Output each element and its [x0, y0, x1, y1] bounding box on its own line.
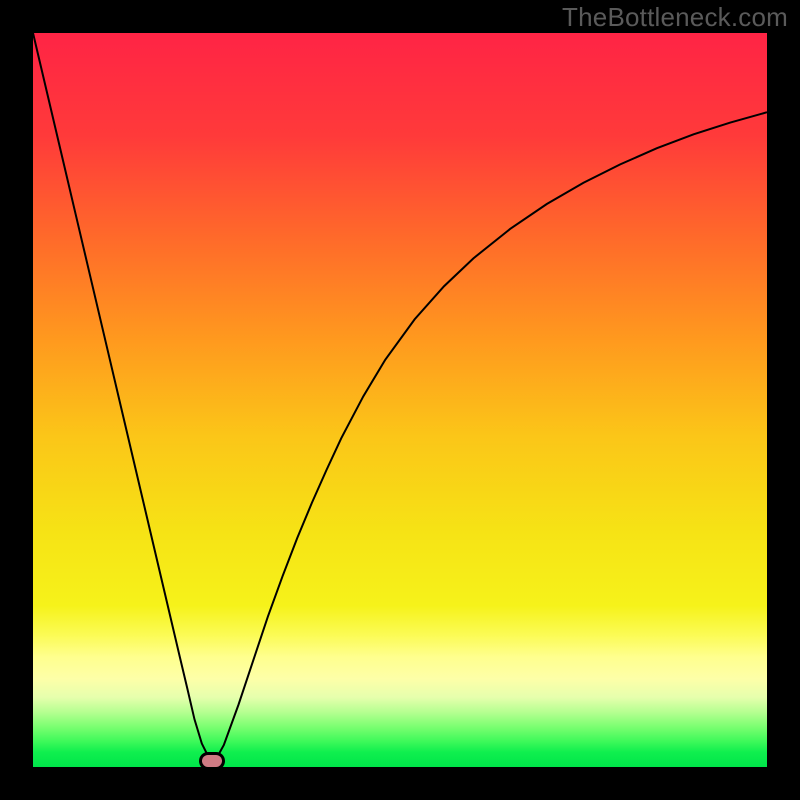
chart-frame: TheBottleneck.com [0, 0, 800, 800]
watermark-text: TheBottleneck.com [562, 2, 788, 33]
plot-area [33, 33, 767, 767]
bottleneck-marker [199, 752, 225, 767]
bottleneck-marker-fill [202, 755, 222, 767]
curve-line [33, 33, 767, 767]
